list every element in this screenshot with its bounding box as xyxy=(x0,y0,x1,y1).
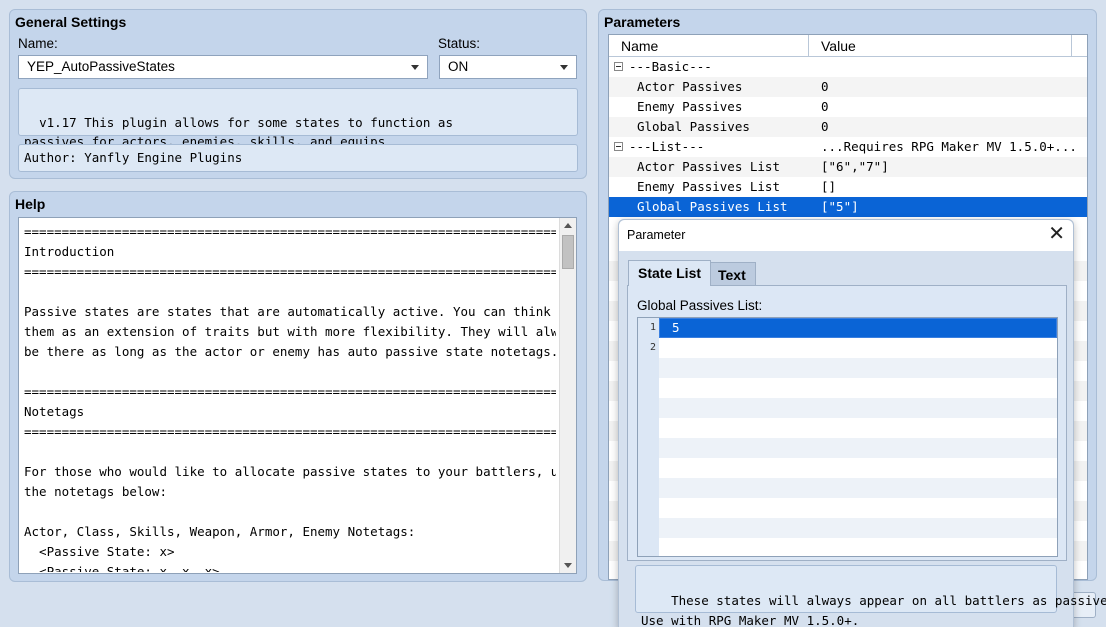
status-value: ON xyxy=(448,59,469,74)
plugin-name-combo[interactable]: YEP_AutoPassiveStates xyxy=(18,55,428,79)
tree-row-list[interactable]: ---List--- ...Requires RPG Maker MV 1.5.… xyxy=(609,137,1087,157)
scroll-down-button[interactable] xyxy=(560,557,576,573)
tree-row-global-passives-list[interactable]: Global Passives List ["5"] xyxy=(609,197,1087,217)
tree-row-basic[interactable]: ---Basic--- xyxy=(609,57,1087,77)
status-label: Status: xyxy=(438,36,481,51)
collapse-icon[interactable] xyxy=(614,142,623,151)
parameter-dialog: Parameter ✕ State List Text Global Passi… xyxy=(618,219,1106,627)
dialog-description: These states will always appear on all b… xyxy=(635,565,1106,627)
line-number: 2 xyxy=(649,342,656,353)
help-text-area[interactable]: ========================================… xyxy=(18,217,577,574)
list-empty-rows xyxy=(659,338,1057,556)
tree-row-enemy-passives-list[interactable]: Enemy Passives List [] xyxy=(609,177,1087,197)
close-icon[interactable]: ✕ xyxy=(1048,224,1065,244)
help-text: ========================================… xyxy=(24,224,556,572)
line-number: 1 xyxy=(649,322,656,333)
scroll-up-button[interactable] xyxy=(560,218,576,234)
help-title: Help xyxy=(15,196,46,212)
chevron-down-icon xyxy=(560,65,568,70)
dialog-title: Parameter xyxy=(627,228,686,242)
tree-row-actor-passives[interactable]: Actor Passives 0 xyxy=(609,77,1087,97)
list-row-value: 5 xyxy=(672,320,680,335)
state-list-panel: Global Passives List: 1 2 5 xyxy=(627,285,1067,561)
arrow-up-icon xyxy=(564,223,572,228)
state-list-grid[interactable]: 1 2 5 xyxy=(637,317,1058,557)
scroll-thumb[interactable] xyxy=(562,235,574,269)
plugin-name-value: YEP_AutoPassiveStates xyxy=(27,59,175,74)
collapse-icon[interactable] xyxy=(614,62,623,71)
help-scrollbar[interactable] xyxy=(559,218,576,573)
name-label: Name: xyxy=(18,36,58,51)
status-combo[interactable]: ON xyxy=(439,55,577,79)
tab-text[interactable]: Text xyxy=(708,262,756,285)
dialog-titlebar[interactable]: Parameter ✕ xyxy=(619,220,1073,251)
arrow-down-icon xyxy=(564,563,572,568)
plugin-description: v1.17 This plugin allows for some states… xyxy=(18,88,578,149)
column-name[interactable]: Name xyxy=(609,35,658,57)
tree-row-enemy-passives[interactable]: Enemy Passives 0 xyxy=(609,97,1087,117)
plugin-author-text: Author: Yanfly Engine Plugins xyxy=(24,150,243,165)
tree-row-global-passives[interactable]: Global Passives 0 xyxy=(609,117,1087,137)
tree-row-actor-passives-list[interactable]: Actor Passives List ["6","7"] xyxy=(609,157,1087,177)
list-label: Global Passives List: xyxy=(637,298,763,313)
column-value[interactable]: Value xyxy=(809,35,856,57)
plugin-author: Author: Yanfly Engine Plugins xyxy=(18,144,578,172)
parameters-title: Parameters xyxy=(604,14,681,30)
general-settings-title: General Settings xyxy=(15,14,127,30)
dialog-description-text: These states will always appear on all b… xyxy=(641,593,1106,627)
tree-header: Name Value xyxy=(609,35,1087,57)
chevron-down-icon xyxy=(411,65,419,70)
line-number-gutter: 1 2 xyxy=(638,318,659,556)
list-row[interactable]: 5 xyxy=(659,318,1057,338)
tab-state-list[interactable]: State List xyxy=(628,260,712,286)
